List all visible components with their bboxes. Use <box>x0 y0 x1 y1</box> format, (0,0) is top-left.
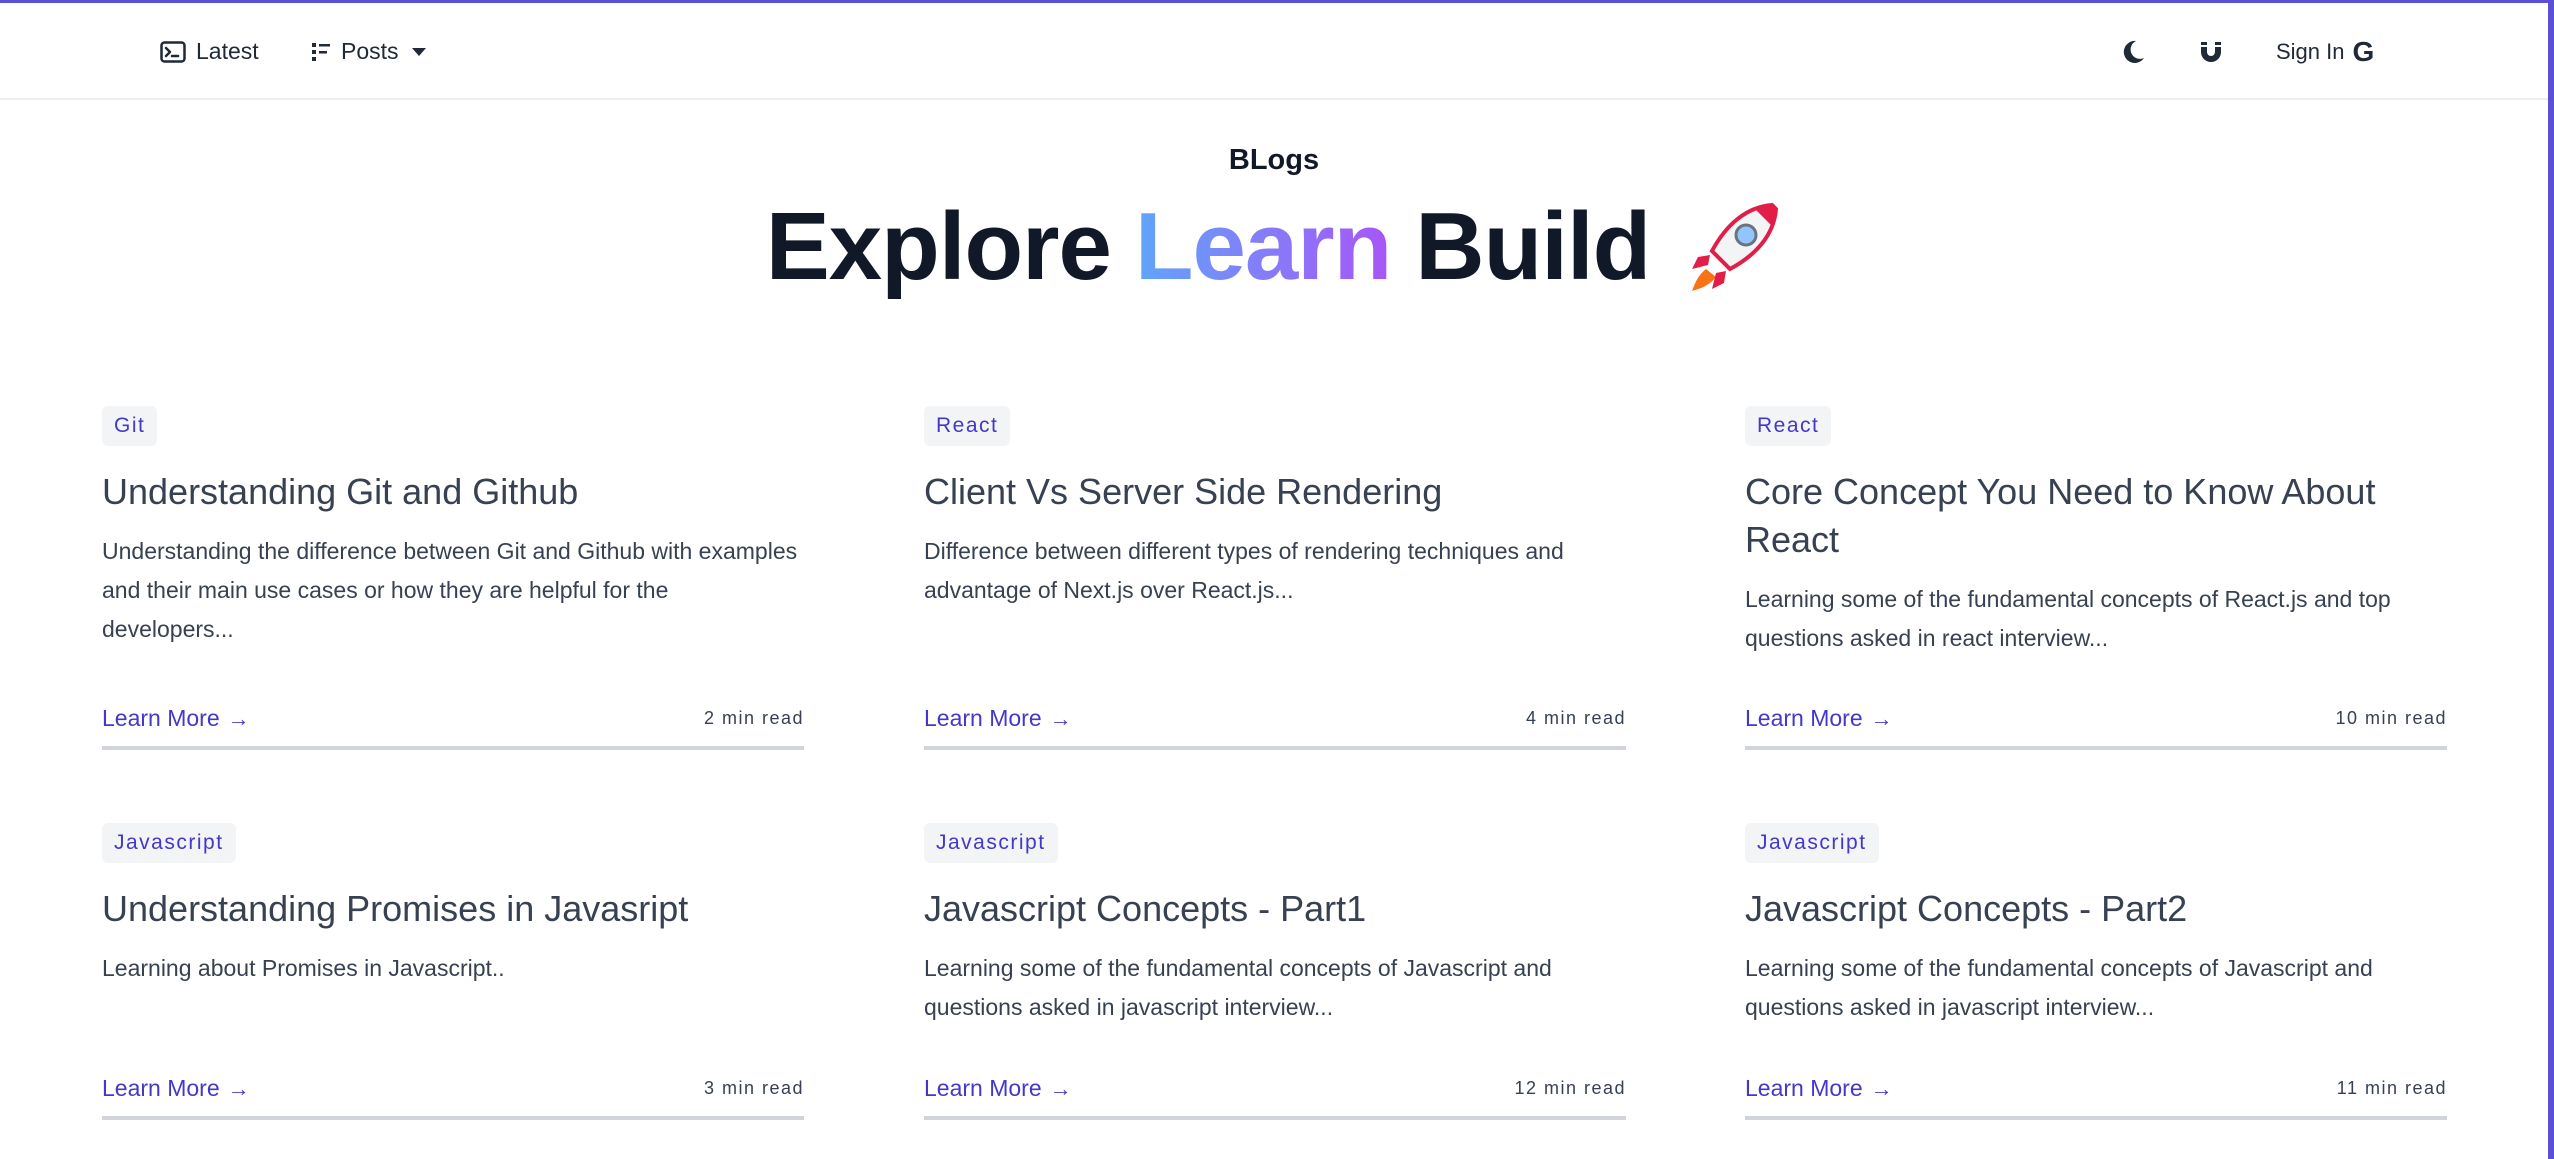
nav-posts-dropdown[interactable]: Posts <box>311 3 437 100</box>
post-description: Difference between different types of re… <box>924 538 1564 603</box>
post-tag[interactable]: React <box>924 406 1011 446</box>
post-tag[interactable]: Git <box>102 406 158 446</box>
post-title[interactable]: Understanding Git and Github <box>102 468 804 516</box>
caret-down-icon <box>411 47 426 56</box>
post-footer: Learn More → 4 min read <box>924 705 1626 732</box>
post-description: Understanding the difference between Git… <box>102 538 798 642</box>
terminal-icon <box>160 40 186 63</box>
post-footer: Learn More → 10 min read <box>1745 705 2447 732</box>
learn-more-label: Learn More <box>102 1075 220 1101</box>
post-card: React Core Concept You Need to Know Abou… <box>1745 406 2447 750</box>
read-time: 3 min read <box>703 1078 804 1098</box>
post-title[interactable]: Javascript Concepts - Part2 <box>1745 885 2447 933</box>
learn-more-link[interactable]: Learn More → <box>1745 1075 1893 1102</box>
post-tag[interactable]: React <box>1745 406 1832 446</box>
nav-latest-label: Latest <box>196 38 259 64</box>
learn-more-link[interactable]: Learn More → <box>924 705 1072 732</box>
learn-more-link[interactable]: Learn More → <box>924 1075 1072 1102</box>
post-card: Javascript Javascript Concepts - Part2 L… <box>1745 823 2447 1120</box>
post-tag[interactable]: Javascript <box>924 823 1058 863</box>
post-title[interactable]: Core Concept You Need to Know About Reac… <box>1745 468 2447 564</box>
nav-posts-label: Posts <box>341 38 399 64</box>
hero-word-learn: Learn <box>1134 193 1392 300</box>
learn-more-label: Learn More <box>1745 1075 1863 1101</box>
post-footer: Learn More → 12 min read <box>924 1075 1626 1102</box>
post-description: Learning some of the fundamental concept… <box>1745 955 2373 1020</box>
nav-latest-link[interactable]: Latest <box>160 3 259 100</box>
learn-more-label: Learn More <box>102 705 220 731</box>
google-icon: G <box>2352 35 2375 67</box>
post-footer: Learn More → 2 min read <box>102 705 804 732</box>
arrow-right-icon: → <box>1870 1075 1893 1101</box>
post-title[interactable]: Javascript Concepts - Part1 <box>924 885 1626 933</box>
read-time: 4 min read <box>1525 708 1626 728</box>
post-footer: Learn More → 11 min read <box>1745 1075 2447 1102</box>
page-scrollbar[interactable] <box>2548 0 2554 1159</box>
learn-more-link[interactable]: Learn More → <box>102 1075 250 1102</box>
arrow-right-icon: → <box>1049 1075 1072 1101</box>
learn-more-label: Learn More <box>924 705 1042 731</box>
hero-title: Explore Learn Build <box>0 192 2548 302</box>
hero-subtitle: BLogs <box>1228 144 1320 176</box>
arrow-right-icon: → <box>1870 705 1893 731</box>
post-tag[interactable]: Javascript <box>1745 823 1879 863</box>
read-time: 2 min read <box>703 708 804 728</box>
arrow-right-icon: → <box>1049 705 1072 731</box>
learn-more-link[interactable]: Learn More → <box>102 705 250 732</box>
magnet-icon <box>2201 41 2221 62</box>
sign-in-button[interactable]: Sign In G <box>2276 3 2374 100</box>
learn-more-label: Learn More <box>1745 705 1863 731</box>
post-description: Learning some of the fundamental concept… <box>1745 586 2391 651</box>
post-tag[interactable]: Javascript <box>102 823 236 863</box>
learn-more-label: Learn More <box>924 1075 1042 1101</box>
arrow-right-icon: → <box>227 705 250 731</box>
sign-in-label: Sign In <box>2276 38 2345 64</box>
post-title[interactable]: Understanding Promises in Javasript <box>102 885 804 933</box>
post-footer: Learn More → 3 min read <box>102 1075 804 1102</box>
list-icon <box>312 42 330 61</box>
rocket-icon <box>1692 202 1779 291</box>
post-title[interactable]: Client Vs Server Side Rendering <box>924 468 1626 516</box>
post-description: Learning about Promises in Javascript.. <box>102 955 505 981</box>
read-time: 10 min read <box>2335 708 2447 728</box>
top-navbar: Latest Posts Sign In G <box>0 3 2548 100</box>
magnet-button[interactable] <box>2198 3 2234 100</box>
post-card: React Client Vs Server Side Rendering Di… <box>924 406 1626 750</box>
post-card: Git Understanding Git and Github Underst… <box>102 406 804 750</box>
moon-icon <box>2123 40 2144 63</box>
post-card: Javascript Understanding Promises in Jav… <box>102 823 804 1120</box>
read-time: 12 min read <box>1514 1078 1626 1098</box>
theme-toggle-button[interactable] <box>2120 3 2156 100</box>
post-description: Learning some of the fundamental concept… <box>924 955 1552 1020</box>
hero-word-explore: Explore <box>765 193 1112 300</box>
hero-word-build: Build <box>1415 193 1651 300</box>
read-time: 11 min read <box>2336 1078 2447 1098</box>
post-card: Javascript Javascript Concepts - Part1 L… <box>924 823 1626 1120</box>
arrow-right-icon: → <box>227 1075 250 1101</box>
learn-more-link[interactable]: Learn More → <box>1745 705 1893 732</box>
